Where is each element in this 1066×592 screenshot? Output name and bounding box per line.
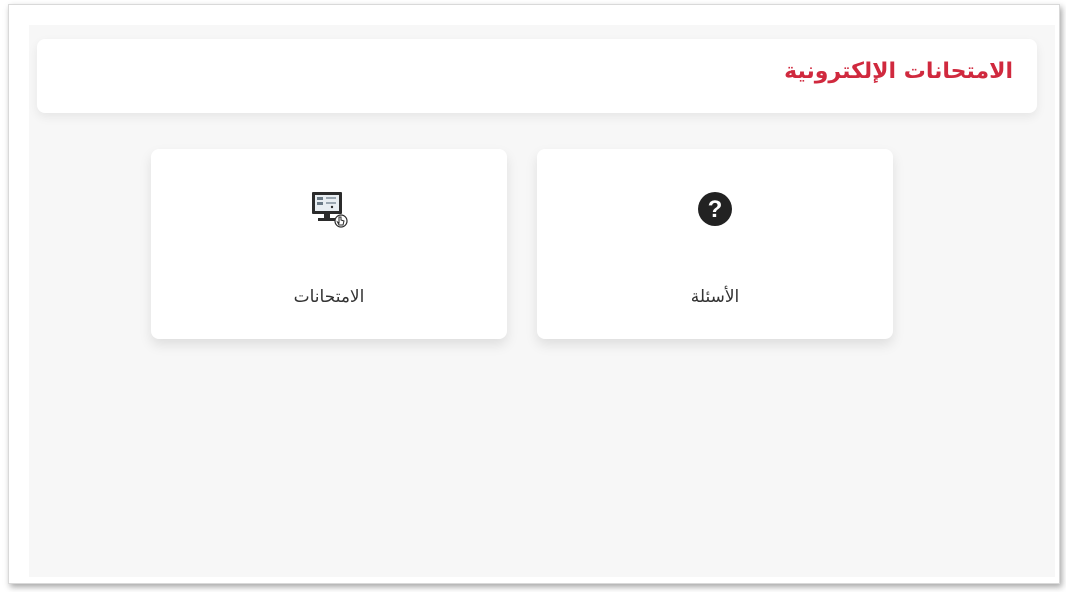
- questions-card-label: الأسئلة: [690, 287, 740, 307]
- questions-card[interactable]: ? الأسئلة: [537, 149, 893, 339]
- exams-card[interactable]: الامتحانات: [151, 149, 507, 339]
- page-header: الامتحانات الإلكترونية: [37, 39, 1037, 113]
- svg-text:?: ?: [708, 196, 723, 223]
- exams-card-label: الامتحانات: [293, 287, 365, 307]
- page-title: الامتحانات الإلكترونية: [784, 59, 1013, 84]
- computer-click-icon: [309, 189, 349, 229]
- question-circle-icon: ?: [695, 189, 735, 229]
- main-content: الامتحانات الإلكترونية ? الأسئلة الامتحا…: [29, 25, 1055, 577]
- app-window: الامتحانات الإلكترونية ? الأسئلة الامتحا…: [8, 4, 1060, 584]
